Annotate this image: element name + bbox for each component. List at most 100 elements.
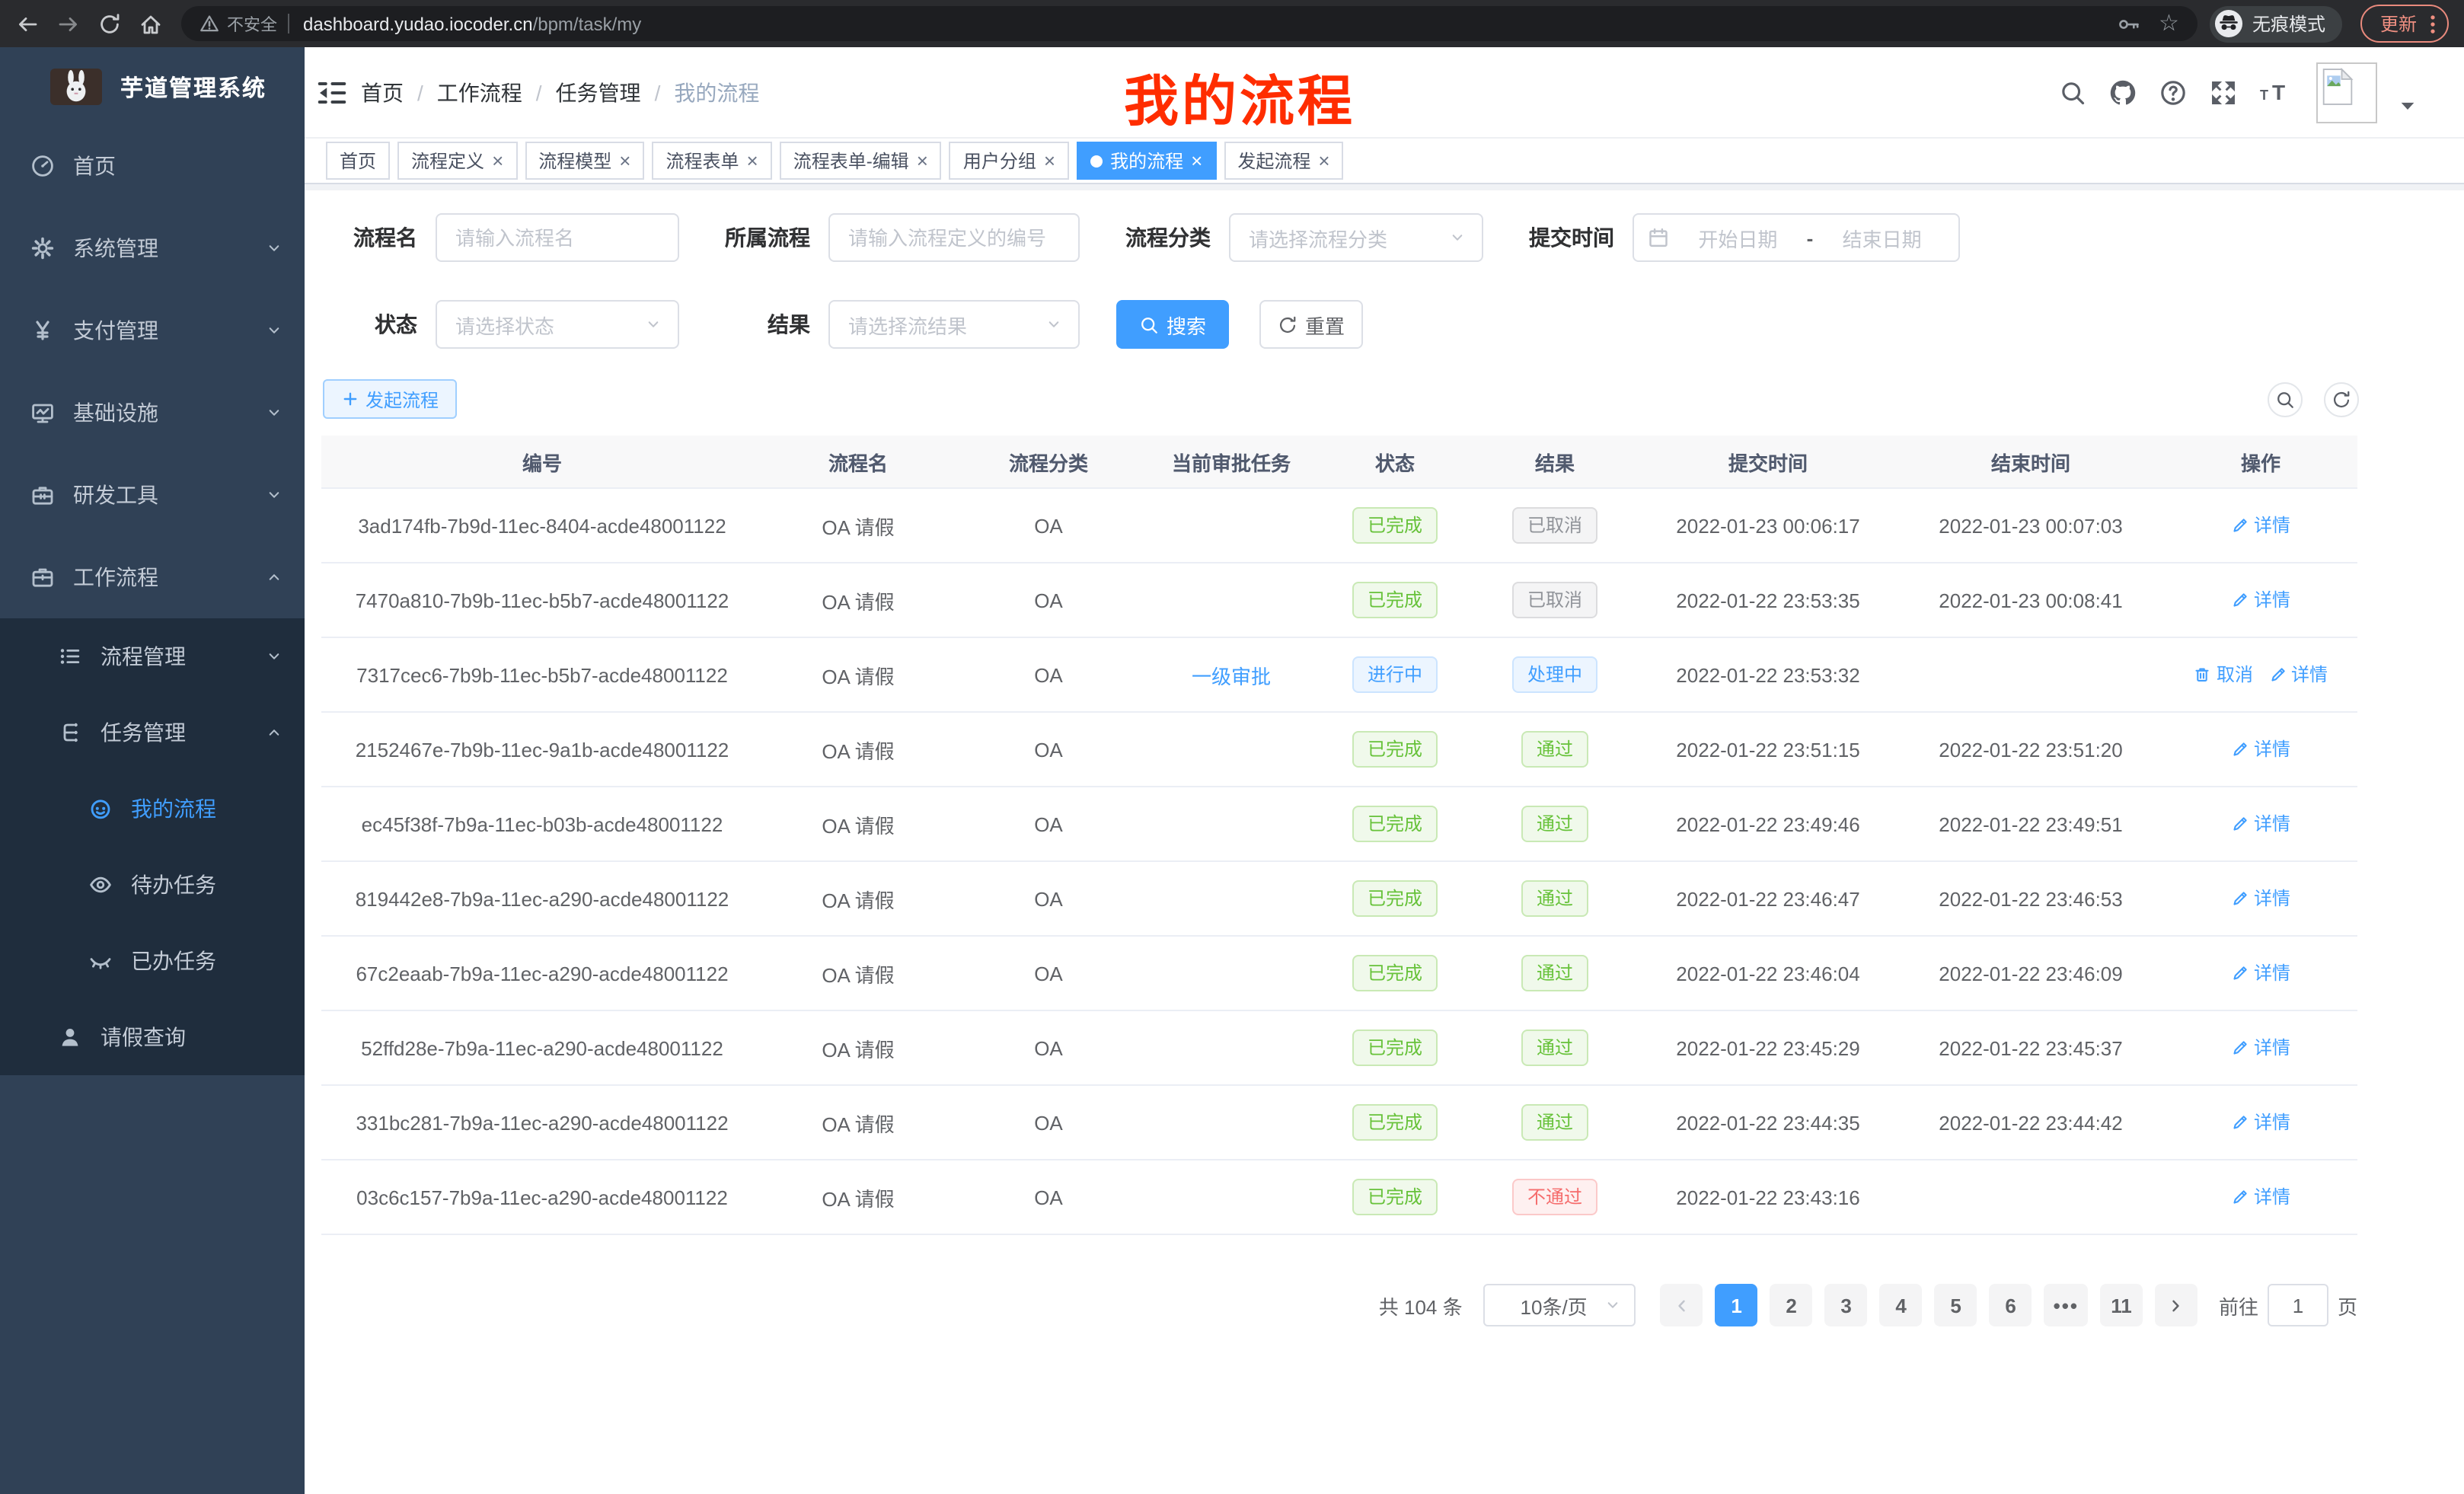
github-icon[interactable] — [2109, 78, 2137, 106]
page-button[interactable]: 2 — [1770, 1284, 1813, 1326]
category-cell: OA — [953, 787, 1144, 861]
result-select[interactable]: 请选择流结果 — [828, 300, 1080, 349]
more-pages-button[interactable]: ••• — [2044, 1284, 2088, 1326]
breadcrumb-item[interactable]: 首页 — [361, 77, 404, 107]
detail-action[interactable]: 详情 — [2231, 1109, 2290, 1135]
breadcrumb-item[interactable]: 工作流程 — [437, 77, 522, 107]
current-task-cell: 一级审批 — [1144, 637, 1319, 712]
close-tab-icon[interactable]: × — [492, 151, 503, 171]
page-button[interactable]: 1 — [1716, 1284, 1758, 1326]
filter-form: 流程名 所属流程 流程分类 请选择流程分类 — [305, 190, 2464, 349]
fullscreen-icon[interactable] — [2210, 78, 2237, 106]
tab[interactable]: 流程模型× — [525, 142, 644, 180]
search-icon[interactable] — [2059, 78, 2086, 106]
browser-back-icon[interactable] — [9, 7, 46, 40]
page-size-select[interactable]: 10条/页 — [1484, 1284, 1636, 1326]
daterange-separator: - — [1807, 226, 1814, 249]
breadcrumb-item[interactable]: 任务管理 — [556, 77, 641, 107]
tab[interactable]: 发起流程× — [1224, 142, 1343, 180]
detail-action[interactable]: 详情 — [2231, 512, 2290, 538]
end-time-cell: 2022-01-22 23:44:42 — [1897, 1085, 2164, 1160]
avatar-caret-down-icon[interactable] — [2400, 101, 2415, 111]
detail-action[interactable]: 详情 — [2231, 886, 2290, 911]
sidebar-item[interactable]: 我的流程 — [0, 771, 305, 847]
chevron-down-icon — [1604, 1296, 1623, 1314]
column-header: 流程分类 — [953, 436, 1144, 488]
detail-action[interactable]: 详情 — [2231, 1184, 2290, 1210]
address-bar[interactable]: 不安全 dashboard.yudao.iocoder.cn/bpm/task/… — [181, 6, 2197, 41]
tab[interactable]: 流程定义× — [397, 142, 517, 180]
font-size-icon[interactable]: TT — [2260, 80, 2293, 104]
sidebar-item[interactable]: 基础设施 — [0, 372, 305, 454]
tab[interactable]: 用户分组× — [950, 142, 1069, 180]
close-tab-icon[interactable]: × — [1191, 151, 1202, 171]
page-button[interactable]: 5 — [1935, 1284, 1977, 1326]
edit-icon — [2231, 1113, 2249, 1132]
create-process-button[interactable]: 发起流程 — [323, 379, 457, 419]
tab[interactable]: 流程表单× — [652, 142, 771, 180]
chevron-down-icon — [265, 239, 283, 257]
detail-action[interactable]: 详情 — [2231, 811, 2290, 837]
browser-home-icon[interactable] — [132, 7, 169, 40]
sidebar-item[interactable]: 系统管理 — [0, 207, 305, 289]
tab[interactable]: 首页 — [326, 142, 390, 180]
detail-action[interactable]: 详情 — [2268, 662, 2328, 688]
detail-action[interactable]: 详情 — [2231, 960, 2290, 986]
prev-page-button[interactable] — [1661, 1284, 1703, 1326]
search-button[interactable]: 搜索 — [1116, 300, 1229, 349]
browser-menu-icon[interactable] — [2429, 13, 2437, 34]
sidebar-item-label: 支付管理 — [73, 315, 158, 346]
reset-button[interactable]: 重置 — [1259, 300, 1363, 349]
next-page-button[interactable] — [2155, 1284, 2197, 1326]
logo-row: 芋道管理系统 — [0, 47, 305, 125]
chevron-down-icon — [1045, 315, 1063, 334]
refresh-table-button[interactable] — [2324, 381, 2359, 417]
help-icon[interactable] — [2159, 78, 2187, 106]
detail-action[interactable]: 详情 — [2231, 736, 2290, 762]
page-button[interactable]: 3 — [1825, 1284, 1868, 1326]
category-select[interactable]: 请选择流程分类 — [1229, 213, 1483, 262]
sidebar-item[interactable]: 任务管理 — [0, 694, 305, 771]
status-cell: 已完成 — [1319, 1085, 1471, 1160]
close-tab-icon[interactable]: × — [917, 151, 928, 171]
sidebar-item[interactable]: 研发工具 — [0, 454, 305, 536]
show-search-button[interactable] — [2268, 381, 2303, 417]
page-button[interactable]: 4 — [1880, 1284, 1923, 1326]
browser-forward-icon[interactable] — [50, 7, 87, 40]
sidebar-item[interactable]: 首页 — [0, 125, 305, 207]
close-tab-icon[interactable]: × — [619, 151, 630, 171]
category-cell: OA — [953, 712, 1144, 787]
sidebar-item[interactable]: 工作流程 — [0, 536, 305, 618]
table-row: 03c6c157-7b9a-11ec-a290-acde48001122OA 请… — [321, 1160, 2357, 1234]
close-tab-icon[interactable]: × — [1318, 151, 1329, 171]
page-button[interactable]: 6 — [1990, 1284, 2032, 1326]
bookmark-star-icon[interactable]: ☆ — [2159, 12, 2179, 35]
sidebar-item[interactable]: 已办任务 — [0, 923, 305, 999]
action-label: 详情 — [2291, 662, 2328, 688]
sidebar-item[interactable]: 请假查询 — [0, 999, 305, 1075]
close-tab-icon[interactable]: × — [1044, 151, 1055, 171]
status-select[interactable]: 请选择状态 — [436, 300, 679, 349]
current-task-link[interactable]: 一级审批 — [1192, 665, 1271, 688]
cancel-action[interactable]: 取消 — [2194, 662, 2253, 688]
avatar[interactable] — [2316, 62, 2377, 123]
browser-update-button[interactable]: 更新 — [2360, 5, 2449, 43]
tabs-bar: 首页流程定义×流程模型×流程表单×流程表单-编辑×用户分组×我的流程×发起流程× — [305, 139, 2464, 184]
key-icon[interactable] — [2116, 13, 2140, 34]
sidebar-item-label: 工作流程 — [73, 562, 158, 592]
tab[interactable]: 我的流程× — [1077, 142, 1216, 180]
process-name-input[interactable] — [436, 213, 679, 262]
sidebar-item[interactable]: 流程管理 — [0, 618, 305, 694]
browser-reload-icon[interactable] — [91, 7, 128, 40]
close-tab-icon[interactable]: × — [747, 151, 758, 171]
detail-action[interactable]: 详情 — [2231, 587, 2290, 613]
submit-time-daterange[interactable]: 开始日期 - 结束日期 — [1633, 213, 1960, 262]
sidebar-item[interactable]: 待办任务 — [0, 847, 305, 923]
goto-page-input[interactable] — [2268, 1284, 2328, 1326]
page-button[interactable]: 11 — [2100, 1284, 2143, 1326]
tab[interactable]: 流程表单-编辑× — [780, 142, 942, 180]
sidebar-toggle-icon[interactable] — [317, 77, 347, 107]
sidebar-item[interactable]: 支付管理 — [0, 289, 305, 372]
detail-action[interactable]: 详情 — [2231, 1035, 2290, 1061]
process-definition-input[interactable] — [828, 213, 1080, 262]
